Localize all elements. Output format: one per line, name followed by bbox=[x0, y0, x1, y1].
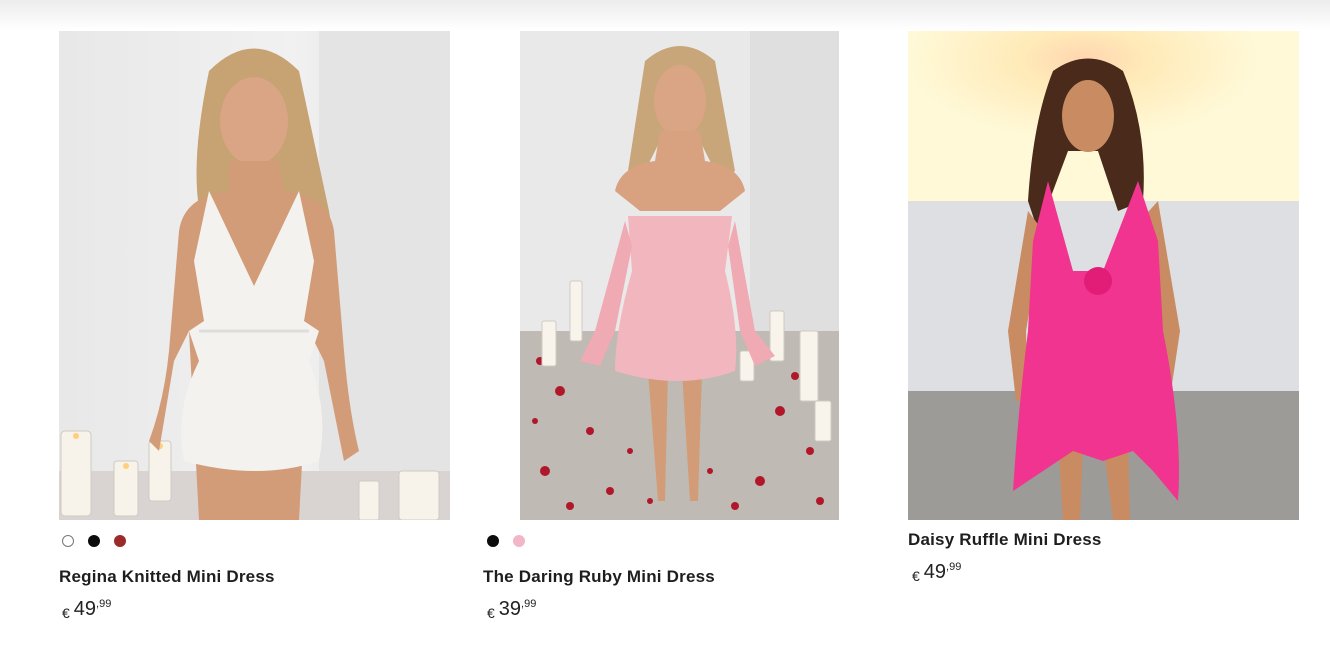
product-title[interactable]: The Daring Ruby Mini Dress bbox=[483, 567, 715, 587]
product-image[interactable] bbox=[520, 31, 839, 520]
product-photo-daisy-ruffle bbox=[908, 31, 1299, 520]
swatch-white[interactable] bbox=[62, 535, 74, 547]
product-title[interactable]: Regina Knitted Mini Dress bbox=[59, 567, 275, 587]
price-currency: € bbox=[487, 605, 495, 621]
product-image[interactable] bbox=[908, 31, 1299, 520]
product-price: € 39 ,99 bbox=[487, 598, 536, 621]
color-swatches bbox=[62, 535, 126, 549]
price-integer: 49 bbox=[923, 561, 947, 583]
price-currency: € bbox=[62, 605, 70, 621]
product-photo-regina bbox=[59, 31, 450, 520]
swatch-black[interactable] bbox=[88, 535, 100, 547]
product-image[interactable] bbox=[59, 31, 450, 520]
price-currency: € bbox=[912, 568, 920, 584]
swatch-black[interactable] bbox=[487, 535, 499, 547]
price-cents: ,99 bbox=[946, 561, 962, 573]
price-cents: ,99 bbox=[96, 598, 112, 610]
product-price: € 49 ,99 bbox=[62, 598, 111, 621]
price-cents: ,99 bbox=[521, 598, 537, 610]
price-integer: 49 bbox=[73, 598, 97, 620]
price-integer: 39 bbox=[498, 598, 522, 620]
top-header-shadow bbox=[0, 0, 1330, 30]
swatch-red[interactable] bbox=[114, 535, 126, 547]
swatch-pink[interactable] bbox=[513, 535, 525, 547]
color-swatches bbox=[487, 535, 525, 549]
product-title[interactable]: Daisy Ruffle Mini Dress bbox=[908, 530, 1102, 550]
product-photo-daring-ruby bbox=[520, 31, 839, 520]
product-price: € 49 ,99 bbox=[912, 561, 961, 584]
